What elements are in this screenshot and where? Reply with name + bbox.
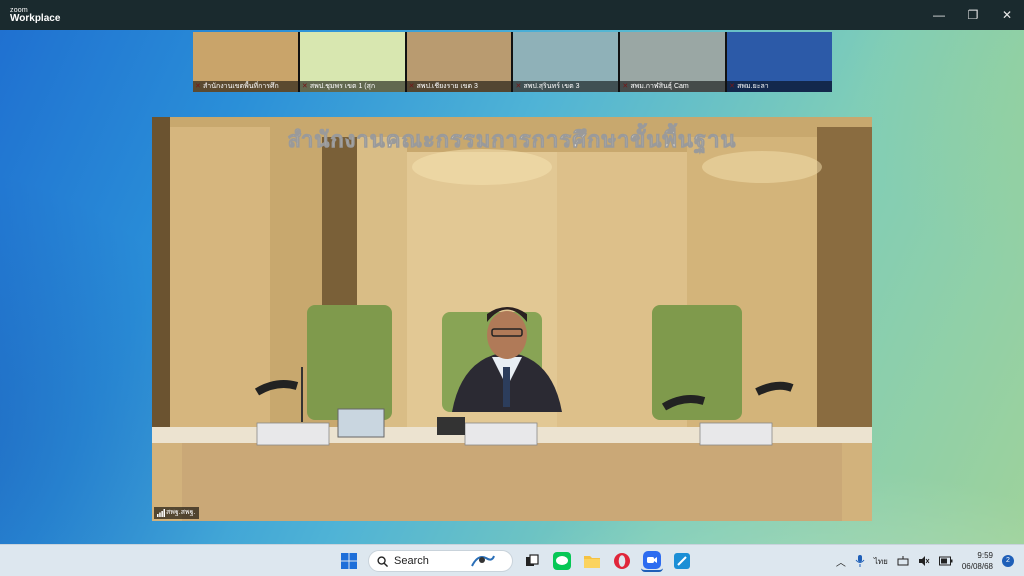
search-icon — [377, 555, 388, 567]
clock-date: 06/08/68 — [961, 562, 993, 571]
wall-sign-text: สำนักงานคณะกรรมการการศึกษาขั้นพื้นฐาน — [288, 123, 737, 154]
network-icon[interactable] — [897, 555, 909, 567]
gallery-participant-tile[interactable]: ✕สพป.เชียงราย เขต 3 — [406, 32, 512, 92]
clock-area[interactable]: 9:59 06/08/68 — [962, 550, 993, 572]
participant-name-label: สพป.สุรินทร์ เขต 3 — [513, 81, 619, 92]
folder-icon — [584, 556, 600, 568]
minimize-button[interactable]: — — [922, 0, 956, 30]
gallery-participant-tile[interactable]: ✕สพป.ชุมพร เขต 1 (สุก — [299, 32, 405, 92]
zoom-icon — [643, 551, 661, 569]
clock-time: 9:59 — [977, 551, 993, 560]
zoom-workplace-logo: zoom Workplace — [10, 7, 60, 24]
windows-taskbar: ︿ ไทย 9:59 06/08/68 2 — [0, 544, 1024, 576]
zoom-app-button[interactable] — [641, 550, 663, 572]
participant-name-label: สพป.เชียงราย เขต 3 — [406, 81, 512, 92]
participant-gallery-strip: ✕สำนักงานเขตพื้นที่การศึก✕สพป.ชุมพร เขต … — [193, 32, 832, 92]
close-icon: ✕ — [1001, 8, 1013, 22]
participant-name-label: สพม.ยะลา — [727, 81, 832, 92]
opera-icon — [614, 553, 630, 569]
show-hidden-icons-chevron-icon[interactable]: ︿ — [836, 554, 846, 569]
input-language-indicator[interactable]: ไทย — [874, 555, 888, 568]
windows-logo-icon — [341, 553, 357, 569]
file-explorer-button[interactable] — [581, 550, 603, 572]
battery-icon[interactable] — [938, 556, 953, 566]
gallery-participant-tile[interactable]: ✕สพป.สุรินทร์ เขต 3 — [513, 32, 619, 92]
logo-text-bottom: Workplace — [10, 12, 61, 24]
active-speaker-video[interactable]: สำนักงานคณะกรรมการการศึกษาขั้นพื้นฐาน สพ… — [152, 117, 872, 521]
signal-strength-icon — [157, 509, 165, 517]
participant-name-label: สำนักงานเขตพื้นที่การศึก — [193, 81, 298, 92]
line-app-icon — [553, 552, 571, 570]
opera-browser-button[interactable] — [611, 550, 633, 572]
system-tray: ︿ ไทย 9:59 06/08/68 2 — [836, 545, 1024, 576]
gallery-participant-tile[interactable]: ✕สพม.กาฬสินธุ์ Cam — [620, 32, 726, 92]
gallery-participant-tile[interactable]: ✕สำนักงานเขตพื้นที่การศึก — [193, 32, 298, 92]
conference-room-scene: สำนักงานคณะกรรมการการศึกษาขั้นพื้นฐาน — [152, 117, 872, 521]
zoom-title-bar: zoom Workplace — ❐ ✕ — [0, 0, 1024, 30]
snipping-tool-button[interactable] — [671, 550, 693, 572]
microphone-icon[interactable] — [855, 555, 865, 567]
participant-name-label: สพป.ชุมพร เขต 1 (สุก — [299, 81, 405, 92]
speaker-name-text: สพฐ.สพฐ. — [166, 509, 196, 516]
search-input[interactable] — [394, 555, 464, 567]
participant-name-label: สพม.กาฬสินธุ์ Cam — [620, 81, 726, 92]
volume-muted-icon[interactable] — [918, 555, 930, 567]
close-button[interactable]: ✕ — [990, 0, 1024, 30]
gallery-participant-tile[interactable]: ✕สพม.ยะลา — [727, 32, 832, 92]
task-view-button[interactable] — [521, 550, 543, 572]
taskbar-search-box[interactable] — [368, 550, 513, 572]
line-app-button[interactable] — [551, 550, 573, 572]
minimize-icon: — — [933, 8, 945, 22]
snipping-tool-icon — [674, 553, 690, 569]
start-button[interactable] — [338, 550, 360, 572]
notification-badge[interactable]: 2 — [1002, 555, 1014, 567]
restore-icon: ❐ — [967, 8, 979, 22]
speaker-name-label: สพฐ.สพฐ. — [154, 507, 200, 519]
restore-button[interactable]: ❐ — [956, 0, 990, 30]
task-view-icon — [526, 554, 539, 566]
search-highlight-icon — [471, 555, 495, 567]
